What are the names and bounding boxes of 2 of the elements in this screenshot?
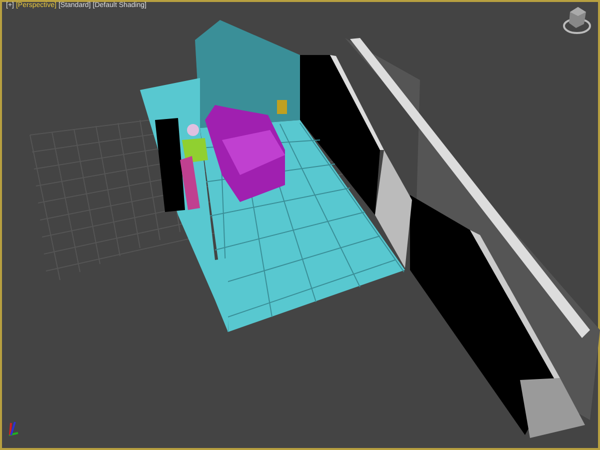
axis-tripod-icon <box>6 421 20 437</box>
view-cube-icon[interactable] <box>562 4 592 36</box>
